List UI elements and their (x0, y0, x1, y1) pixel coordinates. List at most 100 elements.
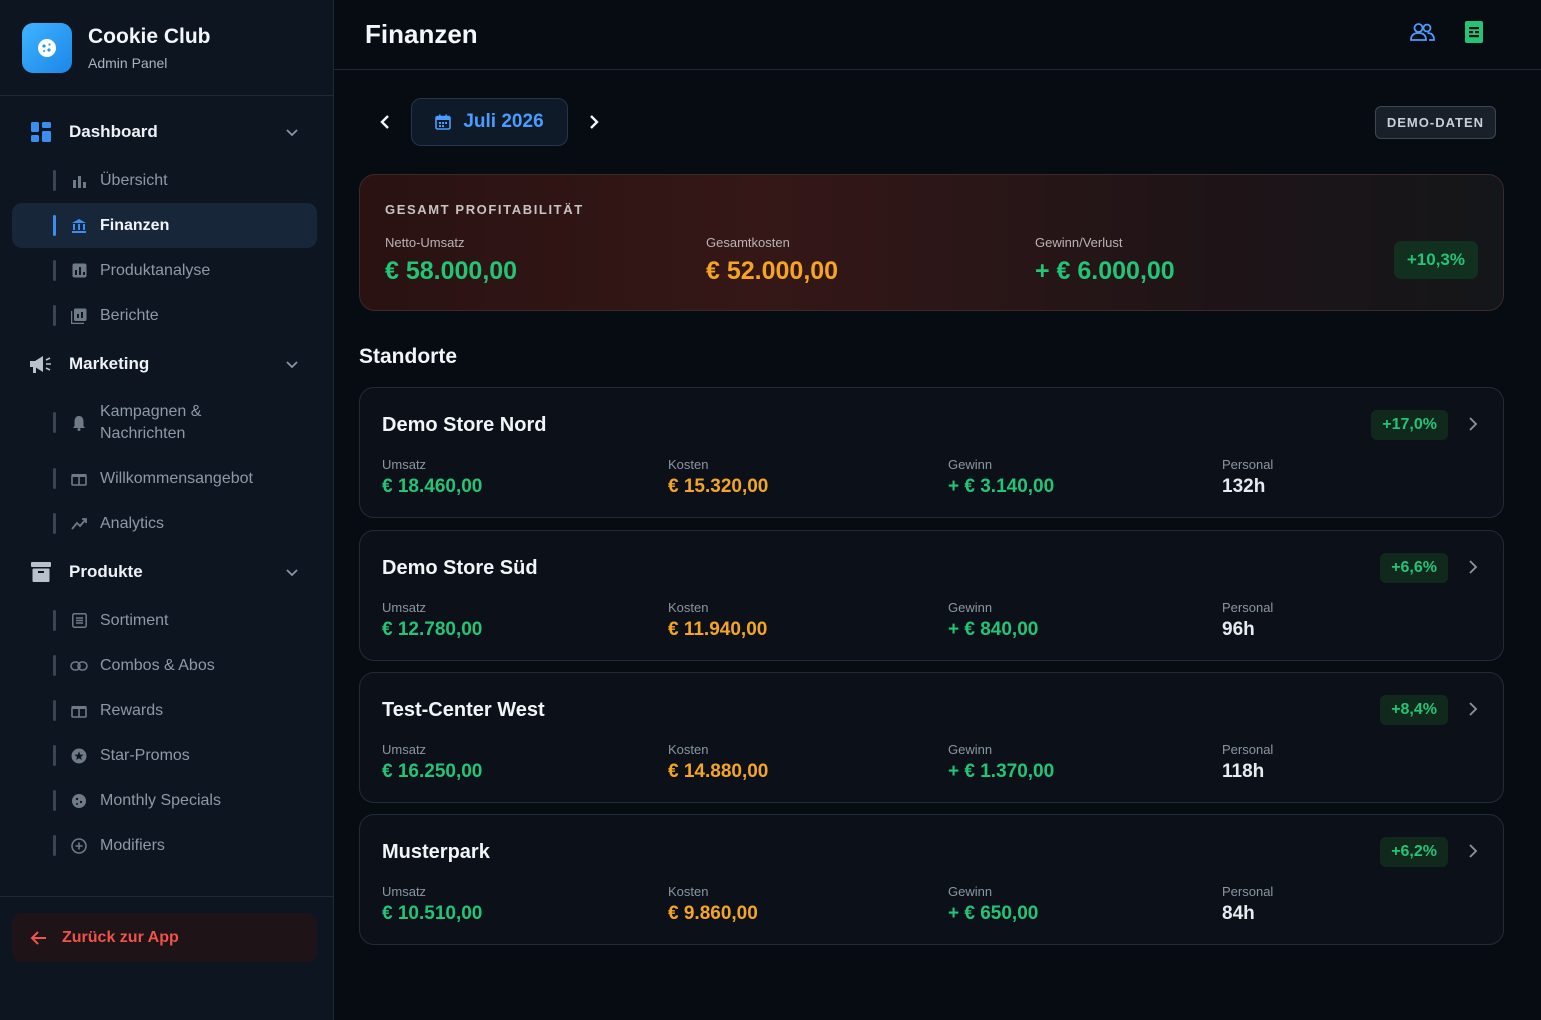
metric-revenue: Umsatz € 18.460,00 (382, 457, 482, 498)
section-dashboard[interactable]: Dashboard (0, 106, 333, 158)
net-revenue-label: Netto-Umsatz (385, 235, 465, 250)
sidebar-item-combos[interactable]: Combos & Abos (12, 643, 317, 688)
sidebar-item-analytics[interactable]: Analytics (12, 501, 317, 546)
section-marketing[interactable]: Marketing (0, 338, 333, 390)
sidebar-item-finanzen[interactable]: Finanzen (12, 203, 317, 248)
sidebar-item-label: Produktanalyse (100, 261, 211, 279)
sidebar-item-monthly-specials[interactable]: Monthly Specials (12, 778, 317, 823)
sidebar-item-label: Übersicht (100, 171, 168, 189)
metric-profit: Gewinn + € 650,00 (948, 884, 1038, 925)
chevron-right-icon (590, 115, 599, 129)
gift-icon (70, 702, 88, 720)
store-margin-badge: +6,2% (1380, 837, 1448, 867)
metric-label: Kosten (668, 600, 709, 615)
metric-label: Umsatz (382, 884, 427, 899)
store-card[interactable]: Demo Store Süd +6,6% Umsatz € 12.780,00 K… (359, 530, 1504, 661)
store-card[interactable]: Test-Center West +8,4% Umsatz € 16.250,00… (359, 672, 1504, 803)
metric-label: Personal (1222, 600, 1274, 615)
spreadsheet-icon[interactable] (1461, 19, 1486, 44)
metric-value: € 12.780,00 (382, 619, 483, 640)
metric-staff: Personal 118h (1222, 742, 1273, 783)
reports-icon (70, 307, 88, 325)
metric-label: Personal (1222, 457, 1274, 472)
arrow-left-icon (30, 930, 46, 945)
sidebar-item-willkommensangebot[interactable]: Willkommensangebot (12, 456, 317, 501)
gift-icon (70, 470, 88, 488)
metric-value: € 10.510,00 (382, 903, 483, 924)
chevron-right-icon (1469, 844, 1478, 858)
dashboard-grid-icon (29, 120, 53, 144)
brand-title: Cookie Club (88, 24, 211, 48)
sidebar-item-berichte[interactable]: Berichte (12, 293, 317, 338)
store-card[interactable]: Demo Store Nord +17,0% Umsatz € 18.460,00… (359, 387, 1504, 518)
metric-profit: Gewinn + € 3.140,00 (948, 457, 1054, 498)
archive-box-icon (29, 560, 53, 584)
card-heading: GESAMT PROFITABILITÄT (385, 202, 584, 217)
metric-staff: Personal 132h (1222, 457, 1273, 498)
sidebar-item-kampagnen[interactable]: Kampagnen & Nachrichten (12, 390, 317, 456)
sidebar-item-rewards[interactable]: Rewards (12, 688, 317, 733)
metric-value: 84h (1222, 903, 1255, 924)
next-month-button[interactable] (582, 110, 606, 134)
metric-label: Personal (1222, 742, 1274, 757)
chevron-left-icon (380, 115, 389, 129)
metric-label: Umsatz (382, 742, 427, 757)
sidebar-item-label: Combos & Abos (100, 656, 215, 674)
cookie-icon (70, 792, 88, 810)
metric-value: € 18.460,00 (382, 476, 483, 497)
bank-icon (70, 217, 88, 235)
sidebar-item-label: Sortiment (100, 611, 169, 629)
sidebar-item-sortiment[interactable]: Sortiment (12, 598, 317, 643)
previous-month-button[interactable] (373, 110, 397, 134)
metric-label: Kosten (668, 742, 709, 757)
section-produkte[interactable]: Produkte (0, 546, 333, 598)
metric-label: Kosten (668, 884, 709, 899)
profit-loss-block: Gewinn/Verlust + € 6.000,00 (1035, 235, 1175, 286)
users-icon[interactable] (1410, 19, 1435, 44)
cookie-icon (22, 22, 72, 73)
store-card[interactable]: Musterpark +6,2% Umsatz € 10.510,00 Koste… (359, 814, 1504, 945)
profit-loss-label: Gewinn/Verlust (1035, 235, 1123, 250)
metric-staff: Personal 84h (1222, 884, 1273, 925)
sidebar-item-label: Finanzen (100, 216, 170, 234)
section-label: Produkte (69, 562, 143, 581)
demo-data-badge: DEMO-DATEN (1374, 106, 1496, 139)
metric-label: Gewinn (948, 457, 993, 472)
label-line-1: Kampagnen & (100, 403, 202, 420)
sidebar-item-label: Modifiers (100, 836, 165, 854)
month-picker-button[interactable]: Juli 2026 (411, 98, 568, 146)
calendar-icon (435, 114, 452, 130)
back-to-app-button[interactable]: Zurück zur App (12, 913, 317, 962)
trend-icon (70, 515, 88, 533)
metric-profit: Gewinn + € 1.370,00 (948, 742, 1054, 783)
metric-revenue: Umsatz € 16.250,00 (382, 742, 482, 783)
total-costs-value: € 52.000,00 (706, 257, 839, 285)
label-line-2: Nachrichten (100, 425, 186, 442)
sidebar-item-produktanalyse[interactable]: Produktanalyse (12, 248, 317, 293)
chevron-down-icon (286, 569, 298, 577)
metric-value: € 14.880,00 (668, 761, 769, 782)
metric-costs: Kosten € 9.860,00 (668, 884, 758, 925)
metric-profit: Gewinn + € 840,00 (948, 600, 1038, 641)
megaphone-icon (29, 352, 53, 376)
brand-subtitle: Admin Panel (88, 54, 168, 71)
profit-loss-value: + € 6.000,00 (1035, 257, 1175, 285)
chevron-down-icon (286, 361, 298, 369)
brand-header: Cookie Club Admin Panel (0, 0, 333, 96)
store-name: Test-Center West (382, 699, 545, 721)
sidebar: Cookie Club Admin Panel Dashboard Übersi… (0, 0, 334, 1020)
sidebar-item-label: Kampagnen & Nachrichten (100, 401, 201, 445)
total-profitability-card: GESAMT PROFITABILITÄT Netto-Umsatz € 58.… (359, 174, 1504, 311)
sidebar-nav: Dashboard Übersicht Finanzen Produktanal… (0, 96, 333, 868)
sidebar-item-star-promos[interactable]: Star-Promos (12, 733, 317, 778)
main-content: Finanzen Juli 2026 DEMO-DATEN GESAMT PRO… (334, 0, 1541, 1020)
sidebar-item-uebersicht[interactable]: Übersicht (12, 158, 317, 203)
sidebar-item-modifiers[interactable]: Modifiers (12, 823, 317, 868)
store-name: Demo Store Süd (382, 557, 538, 579)
period-selector: Juli 2026 DEMO-DATEN (334, 98, 1541, 146)
page-title: Finanzen (365, 19, 478, 49)
metric-staff: Personal 96h (1222, 600, 1273, 641)
sidebar-item-label: Willkommensangebot (100, 469, 253, 487)
total-costs-block: Gesamtkosten € 52.000,00 (706, 235, 838, 286)
sidebar-item-label: Berichte (100, 306, 159, 324)
